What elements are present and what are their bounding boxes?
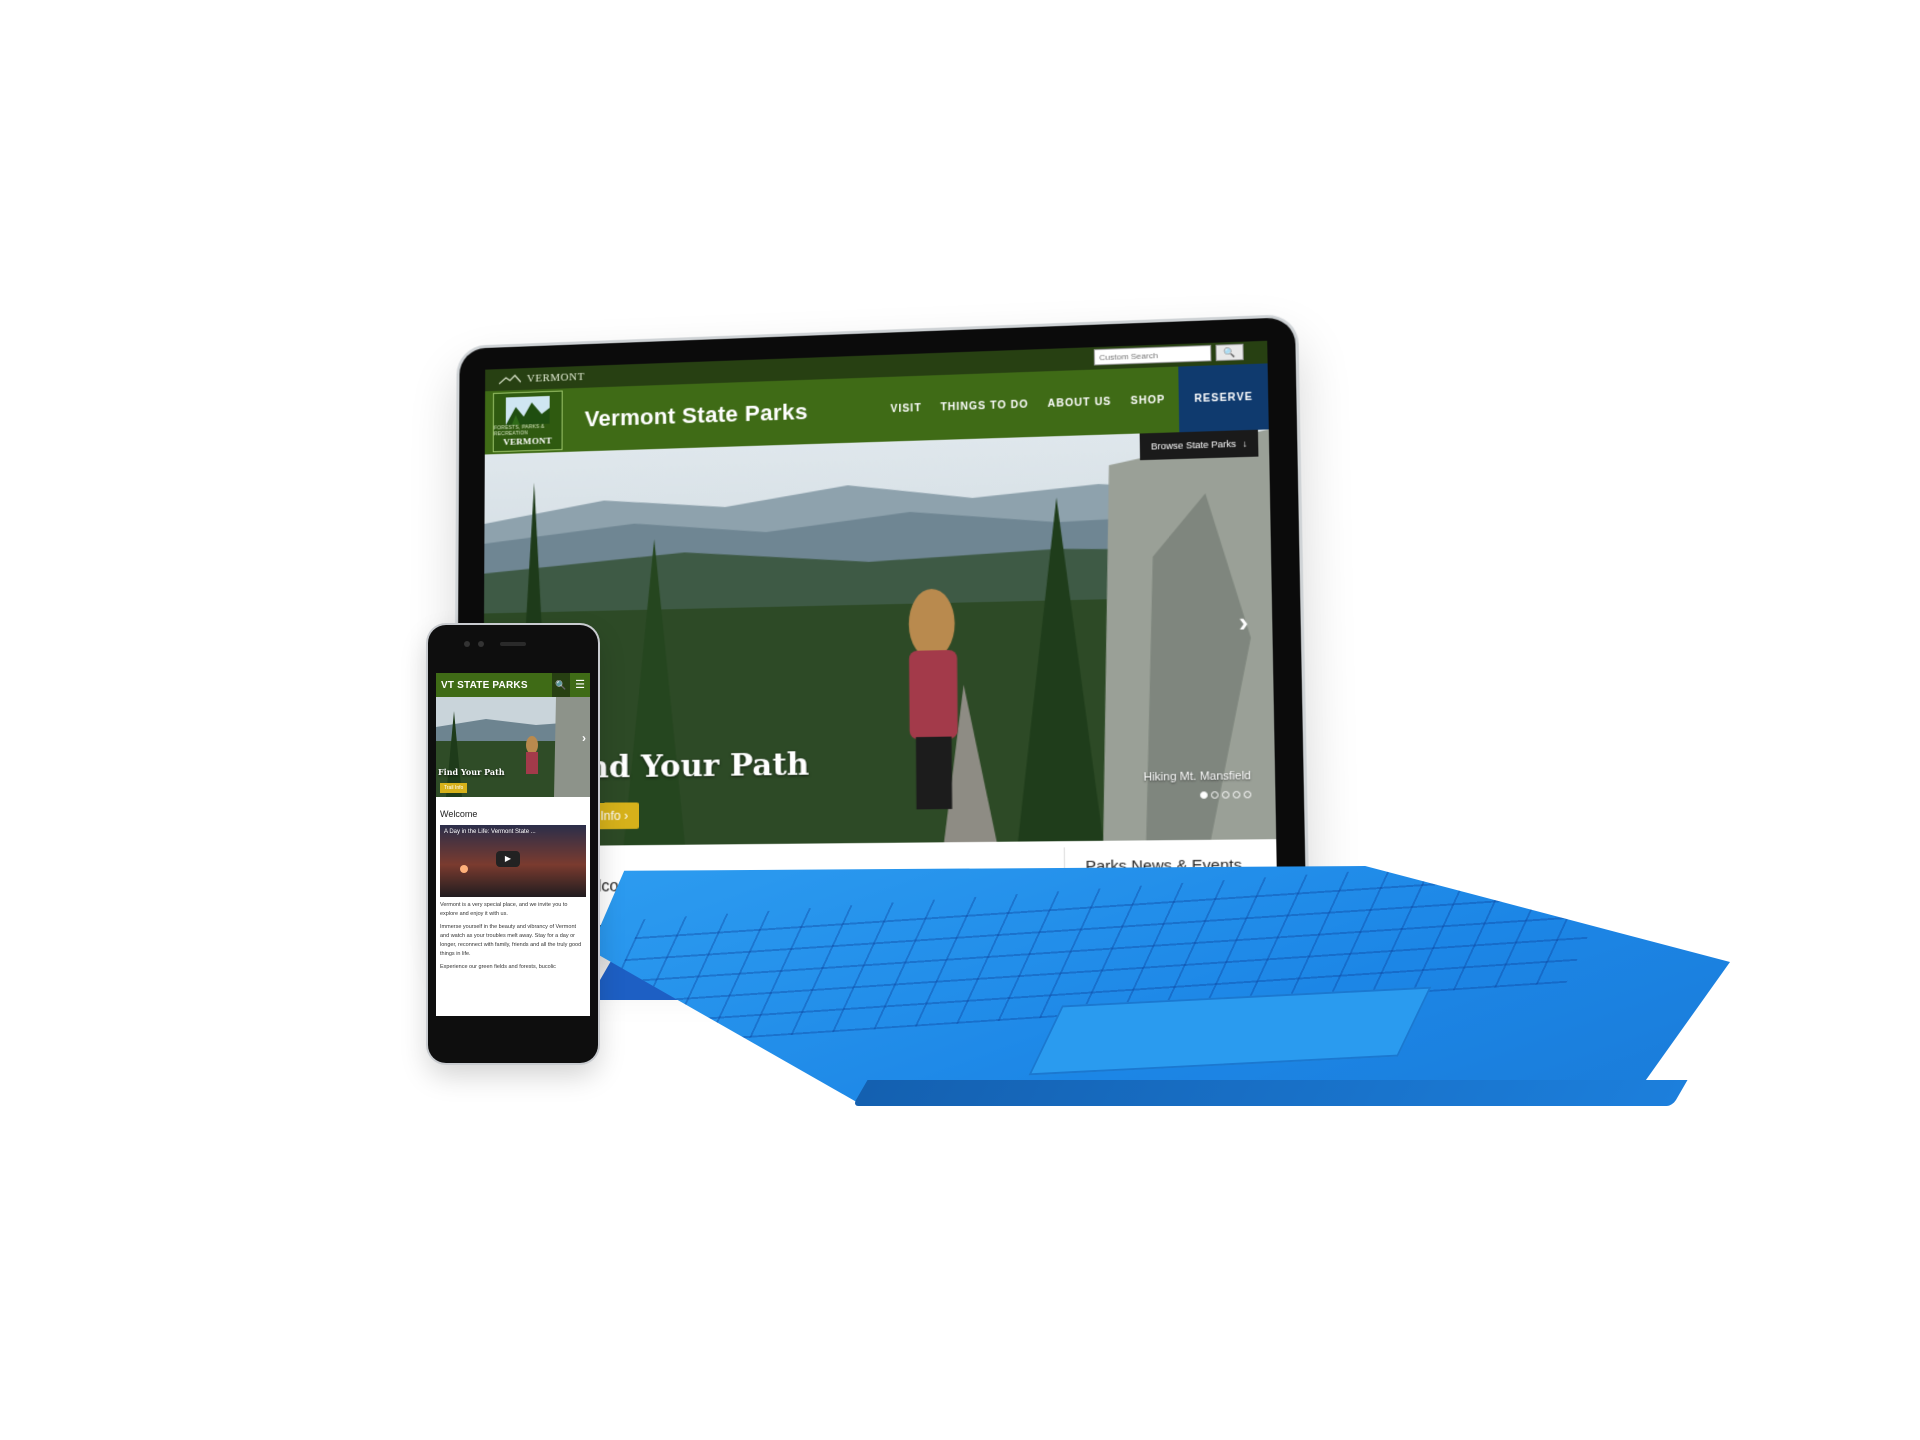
arrow-down-icon: ↓ xyxy=(1242,438,1248,449)
site-search: 🔍 xyxy=(1093,343,1244,366)
phone-hero: › Find Your Path Trail Info xyxy=(436,697,590,797)
keyboard-edge xyxy=(852,1080,1688,1106)
state-label[interactable]: VERMONT xyxy=(527,371,585,385)
phone-welcome-heading: Welcome xyxy=(440,809,478,819)
welcome-paragraph: Immerse yourself in the beauty and vibra… xyxy=(440,924,582,957)
hero-slider: › Find Your Path Trail Info › Hiking Mt.… xyxy=(482,429,1277,847)
hero-caption: Hiking Mt. Mansfield xyxy=(1143,769,1252,784)
nav-item-shop[interactable]: SHOP xyxy=(1131,394,1166,406)
slider-dot[interactable] xyxy=(1243,790,1252,799)
phone-hero-heading: Find Your Path xyxy=(438,767,505,777)
video-thumbnail-sun xyxy=(460,865,468,873)
tablet-screen: VERMONT 🔍 FORESTS, PARKS & RECREATION VE… xyxy=(482,340,1278,926)
phone-trail-info-button[interactable]: Trail Info xyxy=(440,783,468,793)
search-input[interactable] xyxy=(1093,344,1212,366)
search-icon: 🔍 xyxy=(1223,347,1236,358)
video-title: A Day in the Life: Vermont State ... xyxy=(444,829,536,835)
browse-parks-button[interactable]: Browse State Parks ↓ xyxy=(1140,429,1259,461)
welcome-paragraph: Vermont is a very special place, and we … xyxy=(440,902,568,917)
welcome-paragraph: Experience our green fields and forests,… xyxy=(440,964,556,970)
nav-item-about-us[interactable]: ABOUT US xyxy=(1048,396,1112,409)
slider-dot[interactable] xyxy=(1200,791,1208,799)
search-button[interactable]: 🔍 xyxy=(1215,343,1244,362)
mountain-icon xyxy=(499,374,521,385)
phone-site-title[interactable]: VT STATE PARKS xyxy=(441,680,528,691)
phone-hero-image xyxy=(436,697,590,797)
search-icon[interactable]: 🔍 xyxy=(552,673,570,697)
browse-label: Browse State Parks xyxy=(1150,438,1237,452)
nav-links: VISIT THINGS TO DO ABOUT US SHOP RESERVE xyxy=(881,363,1269,441)
phone-screen: VT STATE PARKS 🔍 ☰ › Find Your Path Trai… xyxy=(436,673,590,1016)
fpr-logo[interactable]: FORESTS, PARKS & RECREATION VERMONT xyxy=(492,390,563,453)
phone-camera xyxy=(464,641,484,647)
video-player[interactable]: A Day in the Life: Vermont State ... ▶ xyxy=(440,825,586,897)
slider-dots xyxy=(1200,790,1252,799)
reserve-button[interactable]: RESERVE xyxy=(1178,363,1269,433)
slider-dot[interactable] xyxy=(1210,791,1219,799)
phone-header: VT STATE PARKS 🔍 ☰ xyxy=(436,673,590,697)
nav-item-things-to-do[interactable]: THINGS TO DO xyxy=(940,399,1028,413)
phone-device: VT STATE PARKS 🔍 ☰ › Find Your Path Trai… xyxy=(428,625,598,1063)
slider-next-chevron-right-icon[interactable]: › xyxy=(1239,606,1249,639)
play-icon[interactable]: ▶ xyxy=(496,851,520,867)
nav-item-visit[interactable]: VISIT xyxy=(890,403,921,415)
site-title[interactable]: Vermont State Parks xyxy=(585,399,808,433)
type-cover-keyboard xyxy=(590,866,1730,1106)
slider-dot[interactable] xyxy=(1232,790,1241,799)
logo-line2: VERMONT xyxy=(503,435,553,447)
phone-slider-next-chevron-right-icon[interactable]: › xyxy=(582,731,586,745)
phone-speaker xyxy=(500,642,526,646)
menu-icon[interactable]: ☰ xyxy=(570,673,590,697)
logo-trees-icon xyxy=(505,395,550,426)
slider-dot[interactable] xyxy=(1221,791,1230,799)
